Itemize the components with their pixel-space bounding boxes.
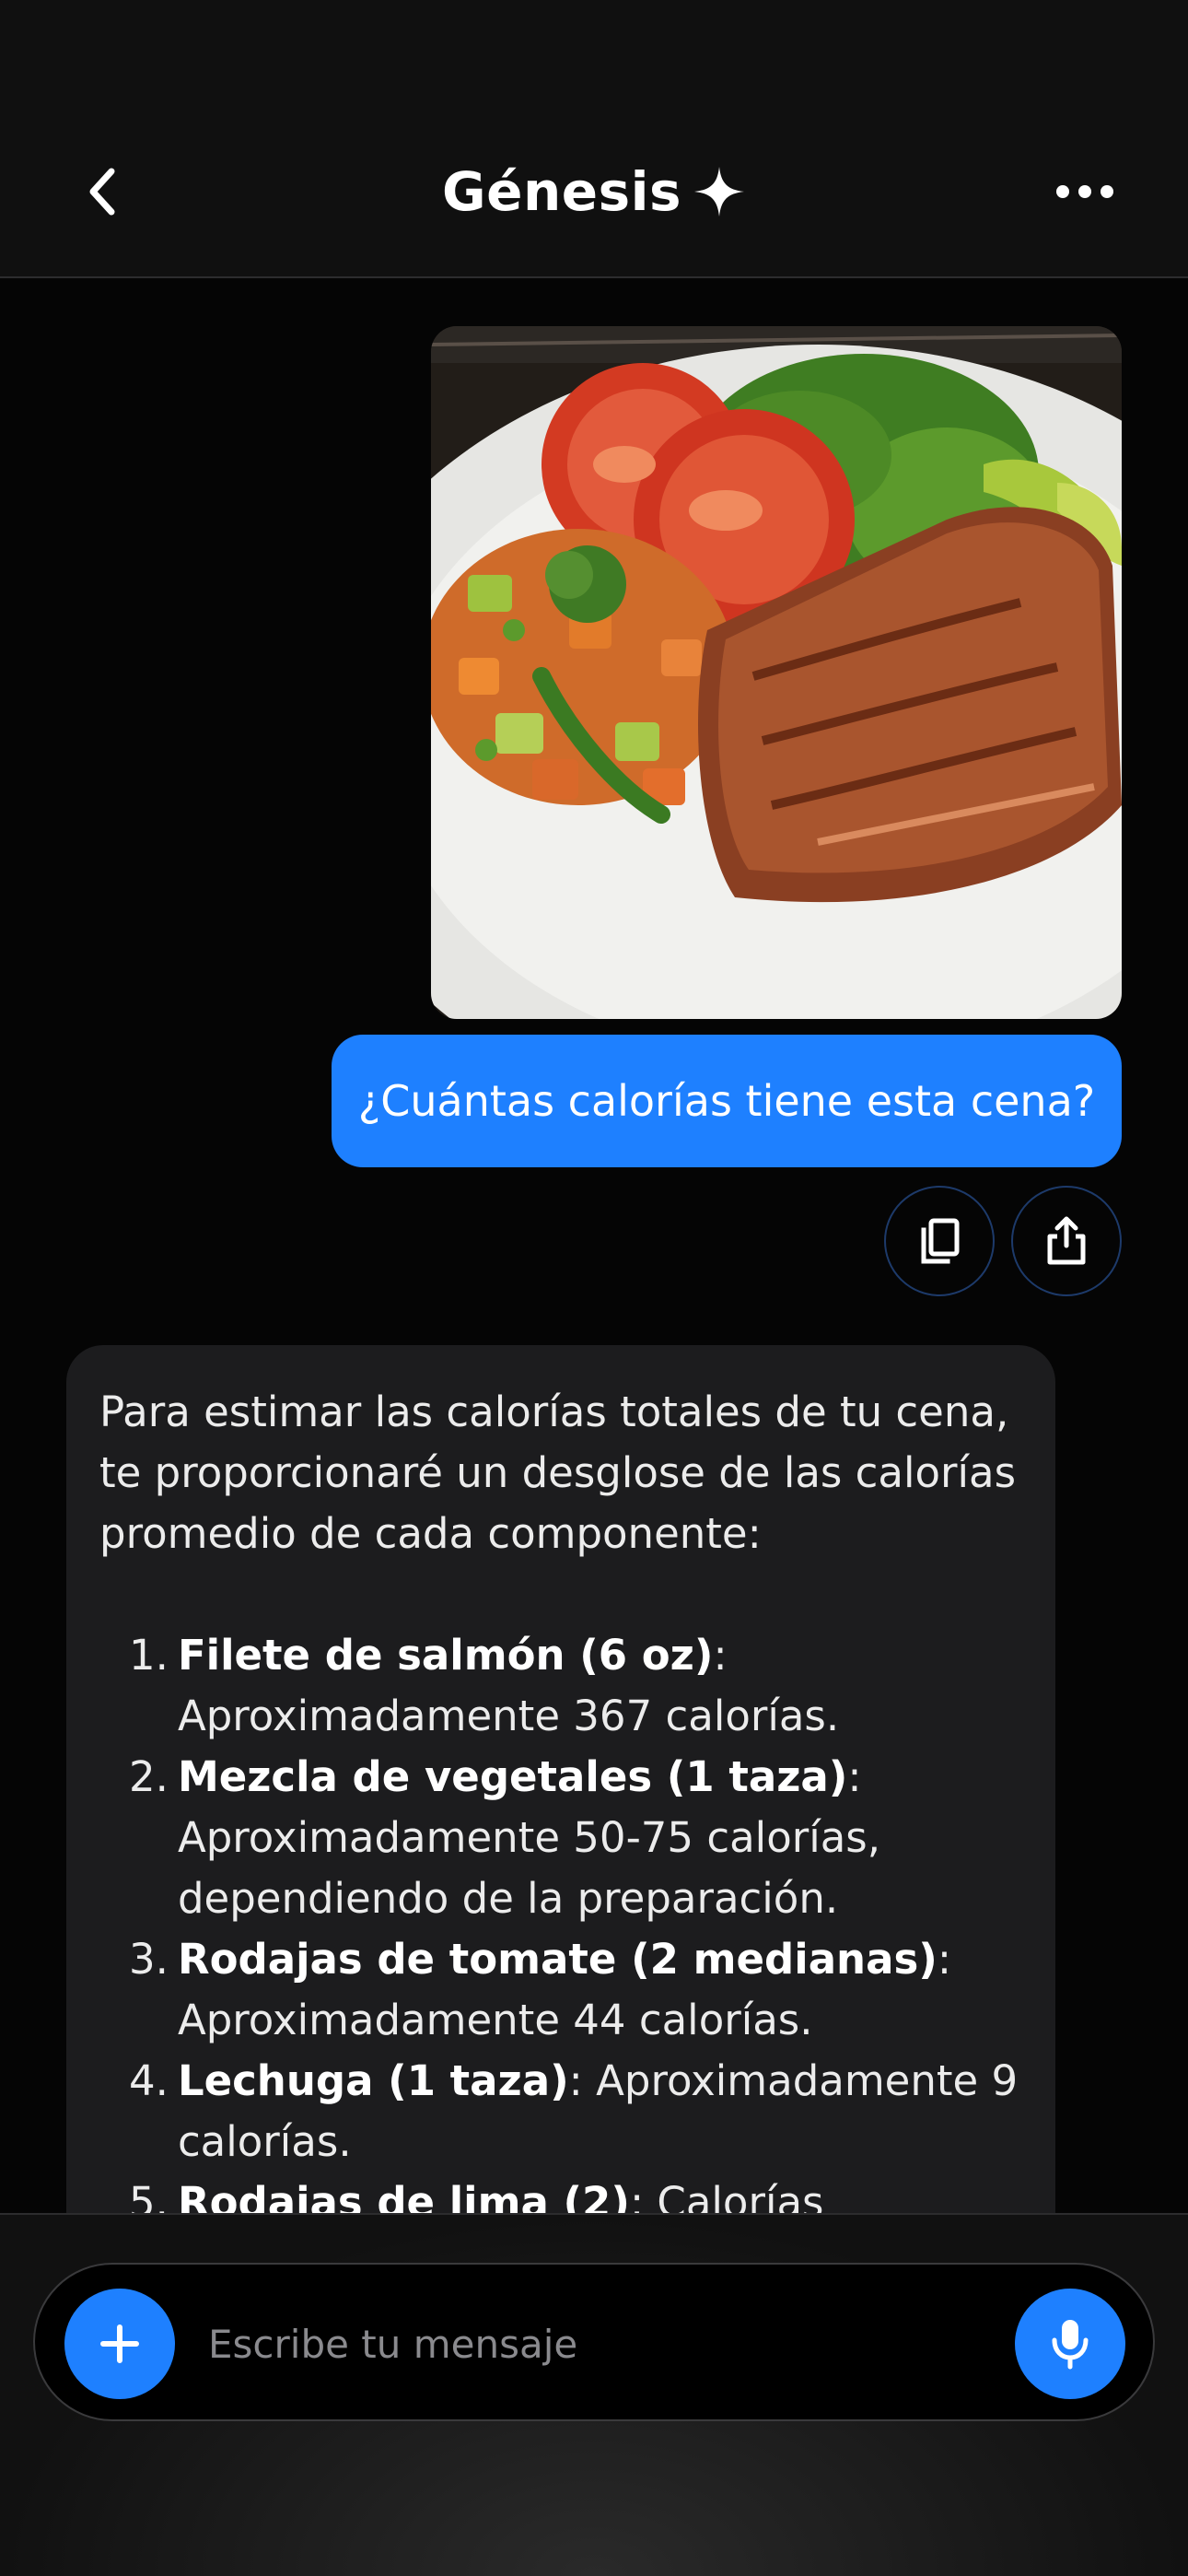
more-horizontal-icon [1056,185,1113,198]
message-list[interactable]: ¿Cuántas calorías tiene esta cena? Para … [0,278,1188,2213]
dinner-photo [431,326,1122,1019]
list-item-text: : Calorías [629,2178,824,2213]
share-button[interactable] [1011,1186,1122,1296]
chat-title-text: Génesis [442,160,681,223]
share-icon [1047,1216,1086,1265]
list-item-number: 2. [129,1752,169,1801]
assistant-message-bubble[interactable]: Para estimar las calorías totales de tu … [66,1345,1055,2213]
list-item: 1. Filete de salmón (6 oz): Aproximadame… [99,1625,1030,1747]
list-item: 4. Lechuga (1 taza): Aproximadamente 9 c… [99,2051,1030,2172]
list-item-title: Mezcla de vegetales (1 taza) [177,1752,848,1801]
list-item: 5. Rodajas de lima (2): Calorías [99,2172,1030,2213]
user-photo-message[interactable] [431,326,1122,1019]
list-item-title: Lechuga (1 taza) [177,2056,569,2105]
user-message-text: ¿Cuántas calorías tiene esta cena? [357,1076,1096,1126]
message-composer [33,2263,1155,2421]
more-options-button[interactable] [1050,166,1120,217]
attach-button[interactable] [64,2289,175,2399]
list-item: 3. Rodajas de tomate (2 medianas): Aprox… [99,1929,1030,2051]
sparkle-icon [694,167,744,217]
list-item: 2. Mezcla de vegetales (1 taza): Aproxim… [99,1747,1030,1929]
list-item-title: Rodajas de lima (2) [177,2178,630,2213]
list-item-number: 5. [129,2178,169,2213]
plus-icon [100,2324,139,2363]
chat-title: Génesis [0,155,1188,228]
copy-button[interactable] [884,1186,995,1296]
user-message-bubble[interactable]: ¿Cuántas calorías tiene esta cena? [332,1035,1122,1167]
list-item-number: 1. [129,1631,169,1680]
composer-area [0,2213,1188,2576]
list-item-title: Filete de salmón (6 oz) [177,1631,714,1680]
assistant-intro-text: Para estimar las calorías totales de tu … [99,1388,1017,1558]
microphone-icon [1052,2320,1089,2370]
message-input[interactable] [208,2301,991,2386]
microphone-button[interactable] [1015,2289,1125,2399]
list-item-number: 4. [129,2056,169,2105]
top-bar: Génesis [0,0,1188,278]
copy-icon [921,1218,960,1264]
list-item-title: Rodajas de tomate (2 medianas) [177,1935,938,1984]
list-item-number: 3. [129,1935,169,1984]
